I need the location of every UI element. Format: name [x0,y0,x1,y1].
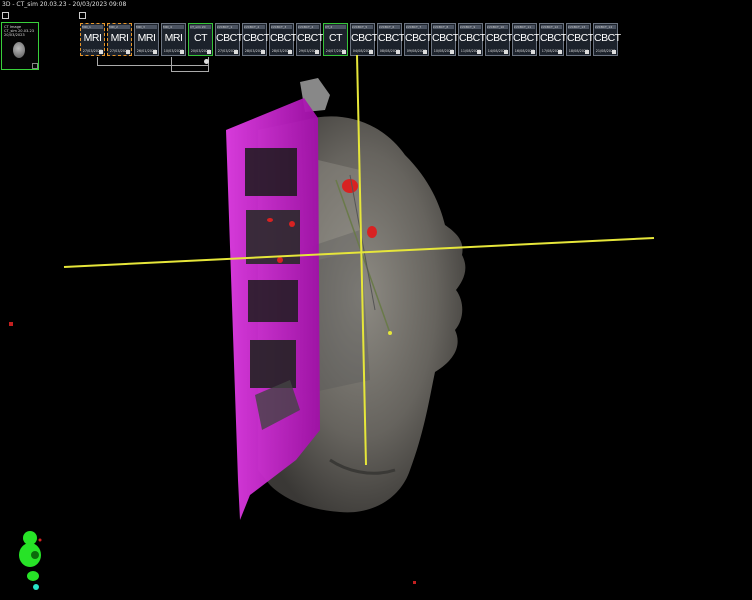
3d-viewport[interactable] [0,0,752,600]
marker [413,581,416,584]
marker [9,322,13,326]
orientation-figure-icon[interactable] [19,531,42,590]
trajectory-endpoint [388,331,392,335]
